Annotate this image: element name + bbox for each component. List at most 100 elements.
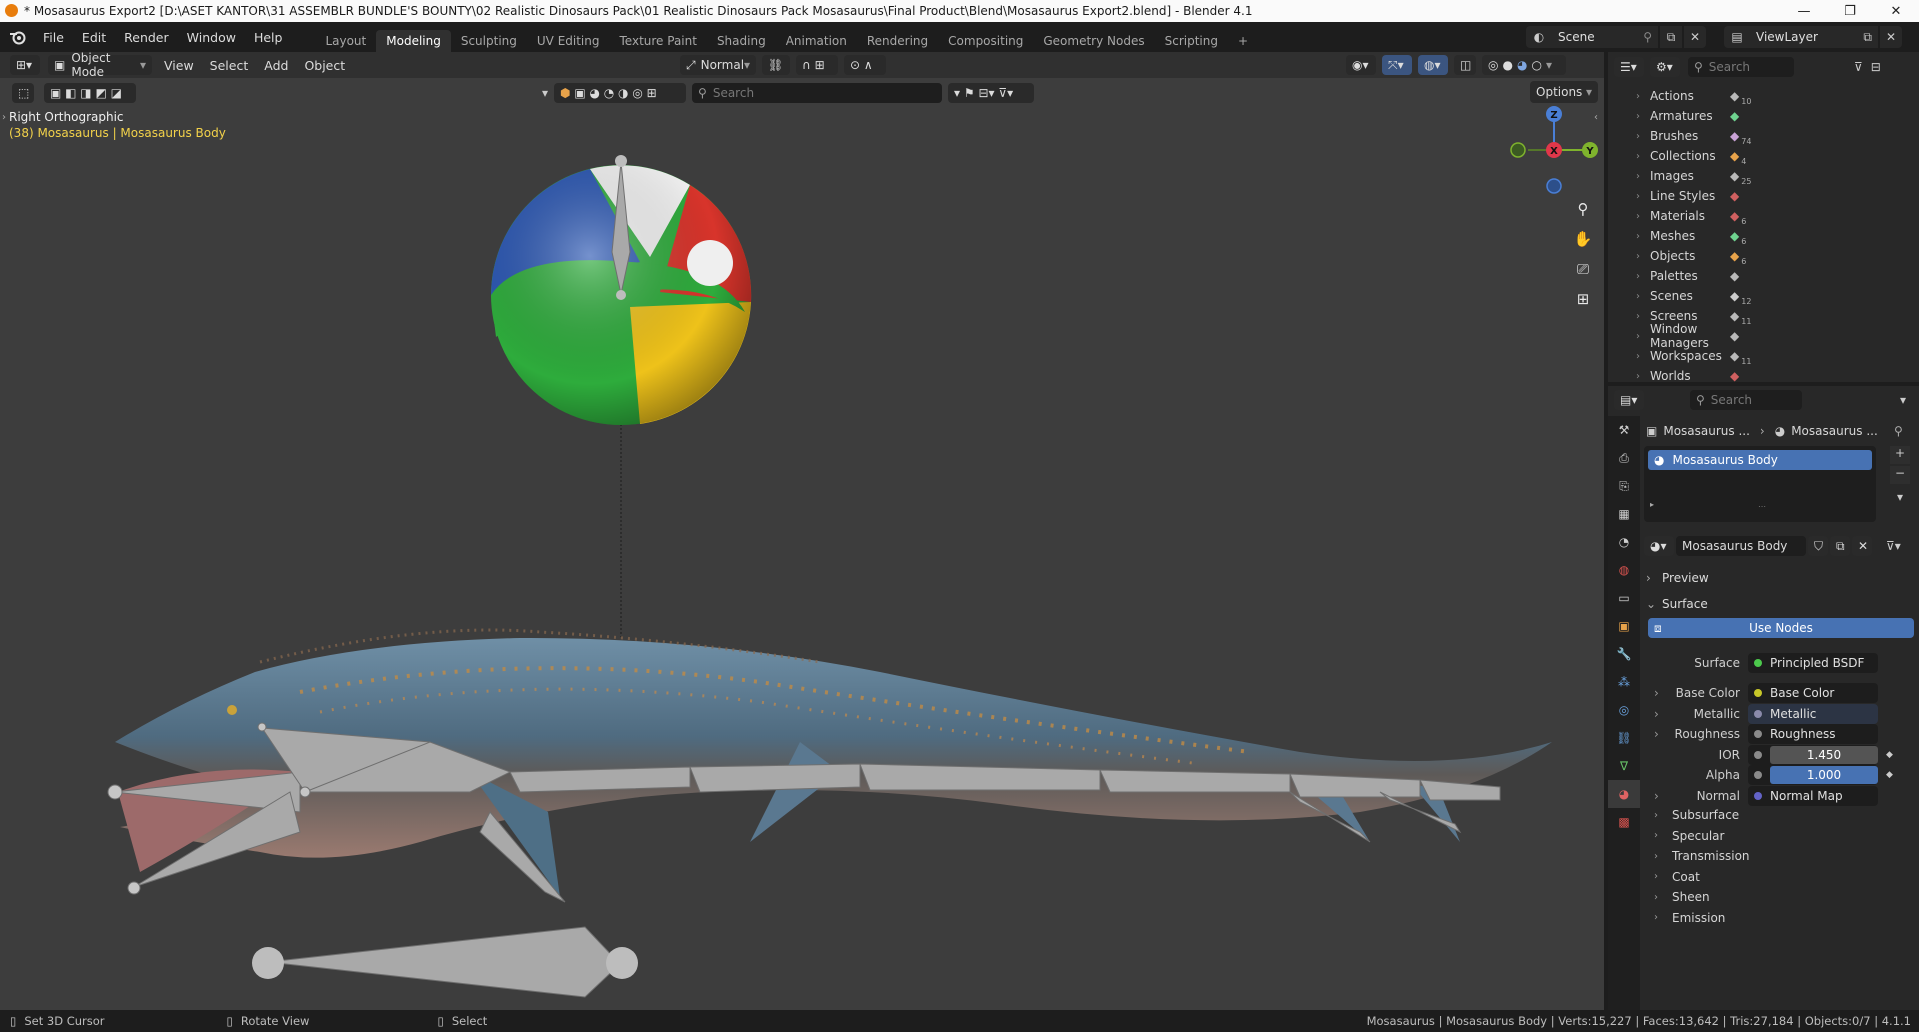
world-tab-icon[interactable]: ◍ [1608, 556, 1640, 584]
input-field[interactable]: Base Color [1748, 683, 1878, 703]
keyframe-icon[interactable]: ◆ [1886, 750, 1893, 760]
chevron-right-icon[interactable]: › [1654, 707, 1659, 721]
chevron-down-icon[interactable]: ▾ [1900, 393, 1906, 407]
outliner-editor-type-icon[interactable]: ☰▾ [1614, 57, 1644, 77]
tab-modeling[interactable]: Modeling [376, 30, 451, 52]
outliner-item-palettes[interactable]: › Palettes ◆ [1636, 266, 1741, 286]
material-tab-icon[interactable]: ◕ [1608, 780, 1640, 808]
input-field[interactable]: Metallic [1748, 703, 1878, 724]
outliner-item-workspaces[interactable]: › Workspaces ◆ 11 [1636, 346, 1751, 366]
chevron-right-icon[interactable]: › [1654, 686, 1659, 700]
scene-tab-icon[interactable]: ◔ [1608, 528, 1640, 556]
outliner-item-scenes[interactable]: › Scenes ◆ 12 [1636, 286, 1751, 306]
subpanel-specular[interactable]: › Specular [1654, 825, 1724, 847]
physics-tab-icon[interactable]: ◎ [1608, 696, 1640, 724]
input-field[interactable]: 1.000 [1748, 765, 1878, 785]
add-slot-button[interactable]: + [1890, 446, 1910, 464]
duplicate-material-icon[interactable]: ⧉ [1830, 536, 1850, 556]
delete-scene-icon[interactable]: ✕ [1684, 26, 1706, 48]
outliner-item-worlds[interactable]: › Worlds ◆ [1636, 366, 1741, 386]
new-collection-icon[interactable]: ⊟ [1871, 60, 1881, 74]
pin-icon[interactable]: ⚲ [1643, 30, 1652, 44]
menu-edit[interactable]: Edit [73, 30, 115, 45]
delete-view-layer-icon[interactable]: ✕ [1880, 26, 1902, 48]
properties-search-input[interactable]: ⚲ Search [1690, 390, 1802, 410]
new-view-layer-icon[interactable]: ⧉ [1863, 30, 1872, 45]
expand-icon[interactable]: ▸ [1650, 500, 1654, 509]
add-workspace-icon[interactable]: + [1228, 30, 1258, 52]
remove-slot-button[interactable]: − [1890, 466, 1910, 484]
chevron-right-icon[interactable]: › [1654, 727, 1659, 741]
particles-tab-icon[interactable]: ⁂ [1608, 668, 1640, 696]
outliner-item-meshes[interactable]: › Meshes ◆ 6 [1636, 226, 1746, 246]
subpanel-sheen[interactable]: › Sheen [1654, 886, 1710, 908]
input-field[interactable]: 1.450 [1748, 744, 1878, 765]
chevron-right-icon[interactable]: › [1636, 151, 1650, 162]
unlink-material-icon[interactable]: ✕ [1852, 536, 1872, 556]
outliner-item-armatures[interactable]: › Armatures ◆ [1636, 106, 1741, 126]
chevron-right-icon[interactable]: › [1636, 131, 1650, 142]
3d-viewport[interactable]: ⊞▾ ▣ Object Mode ▾ View Select Add Objec… [0, 52, 1604, 1010]
tab-scripting[interactable]: Scripting [1155, 30, 1228, 52]
preview-panel-header[interactable]: › Preview [1646, 566, 1916, 590]
chevron-right-icon[interactable]: › [1636, 111, 1650, 122]
resize-handle[interactable]: ⋯ [1758, 502, 1766, 511]
fake-user-icon[interactable]: ⛉ [1808, 536, 1828, 556]
modifier-tab-icon[interactable]: 🔧 [1608, 640, 1640, 668]
material-slot-item[interactable]: ◕ Mosasaurus Body [1648, 450, 1872, 470]
properties-editor-type-icon[interactable]: ▤▾ [1614, 390, 1644, 410]
outliner-item-materials[interactable]: › Materials ◆ 6 [1636, 206, 1746, 226]
outliner-item-window-managers[interactable]: › Window Managers ◆ [1636, 322, 1741, 350]
tab-texture-paint[interactable]: Texture Paint [610, 30, 707, 52]
pin-icon[interactable]: ⚲ [1894, 424, 1903, 438]
subpanel-subsurface[interactable]: › Subsurface [1654, 804, 1739, 826]
display-mode-icon[interactable]: ⚙▾ [1650, 57, 1680, 77]
subpanel-coat[interactable]: › Coat [1654, 866, 1700, 888]
menu-help[interactable]: Help [245, 30, 292, 45]
chevron-right-icon[interactable]: › [1636, 291, 1650, 302]
input-field[interactable]: Roughness [1748, 724, 1878, 744]
chevron-right-icon[interactable]: › [1636, 371, 1650, 382]
maximize-button[interactable]: ❐ [1827, 4, 1873, 19]
chevron-right-icon[interactable]: › [1636, 271, 1650, 282]
close-button[interactable]: ✕ [1873, 4, 1919, 19]
material-name-field[interactable]: Mosasaurus Body [1676, 536, 1806, 556]
input-field[interactable]: Normal Map [1748, 785, 1878, 806]
outliner-item-images[interactable]: › Images ◆ 25 [1636, 166, 1751, 186]
menu-file[interactable]: File [34, 30, 73, 45]
tab-compositing[interactable]: Compositing [938, 30, 1033, 52]
tab-shading[interactable]: Shading [707, 30, 776, 52]
chevron-right-icon[interactable]: › [1636, 351, 1650, 362]
blender-menu-icon[interactable] [8, 27, 28, 47]
view-layer-field[interactable]: ViewLayer ⧉ [1750, 26, 1878, 48]
tab-sculpting[interactable]: Sculpting [451, 30, 527, 52]
use-nodes-button[interactable]: ⧈ Use Nodes [1648, 618, 1914, 638]
chevron-right-icon[interactable]: › [1654, 789, 1659, 803]
outliner-search-input[interactable]: ⚲ Search [1688, 57, 1794, 77]
scene-field[interactable]: Scene ⚲ [1552, 26, 1658, 48]
outliner-item-collections[interactable]: › Collections ◆ 4 [1636, 146, 1746, 166]
filter-icon[interactable]: ⊽ [1854, 60, 1863, 74]
chevron-right-icon[interactable]: › [1636, 311, 1650, 322]
chevron-right-icon[interactable]: › [1636, 91, 1650, 102]
outliner-item-line-styles[interactable]: › Line Styles ◆ [1636, 186, 1741, 206]
chevron-right-icon[interactable]: › [1636, 331, 1650, 342]
tab-uv-editing[interactable]: UV Editing [527, 30, 610, 52]
constraints-tab-icon[interactable]: ⛓ [1608, 724, 1640, 752]
chevron-right-icon[interactable]: › [1636, 211, 1650, 222]
slot-specials-icon[interactable]: ▾ [1890, 490, 1910, 508]
tab-geometry-nodes[interactable]: Geometry Nodes [1033, 30, 1154, 52]
link-icon[interactable]: ⊽▾ [1886, 539, 1901, 553]
new-scene-icon[interactable]: ⧉ [1660, 26, 1682, 48]
outliner-item-actions[interactable]: › Actions ◆ 10 [1636, 86, 1751, 106]
tab-rendering[interactable]: Rendering [857, 30, 938, 52]
data-tab-icon[interactable]: ∇ [1608, 752, 1640, 780]
chevron-right-icon[interactable]: › [1636, 191, 1650, 202]
tab-layout[interactable]: Layout [315, 30, 376, 52]
outliner-item-objects[interactable]: › Objects ◆ 6 [1636, 246, 1746, 266]
chevron-right-icon[interactable]: › [1636, 171, 1650, 182]
output-tab-icon[interactable]: ⎘ [1608, 472, 1640, 500]
subpanel-transmission[interactable]: › Transmission [1654, 845, 1750, 867]
armature-bone-ground[interactable] [252, 926, 638, 998]
chevron-right-icon[interactable]: › [1636, 231, 1650, 242]
